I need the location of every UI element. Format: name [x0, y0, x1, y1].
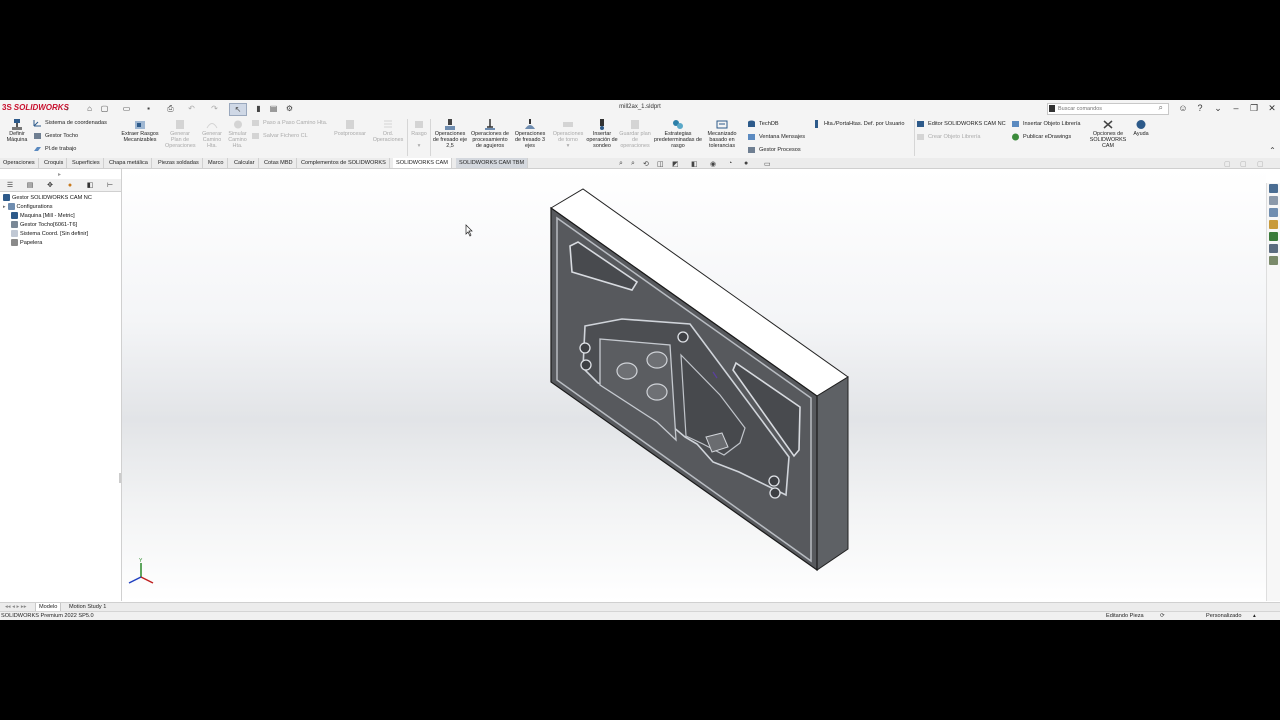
file-explorer-icon[interactable]: [1269, 208, 1278, 217]
hole-5: [769, 487, 781, 499]
rebuild-icon[interactable]: ⟳: [1160, 612, 1165, 620]
view-palette-icon[interactable]: [1269, 220, 1278, 229]
appearances-icon[interactable]: [1269, 232, 1278, 241]
svg-text:Y: Y: [139, 558, 143, 564]
cam-task-icon[interactable]: [1269, 256, 1278, 265]
hole-3: [677, 331, 689, 343]
units-dropdown-icon[interactable]: ▴: [1253, 612, 1256, 620]
version-text: SOLIDWORKS Premium 2022 SP5.0: [1, 613, 94, 619]
boss-1: [616, 362, 638, 380]
hole-4: [768, 475, 780, 487]
mouse-cursor-icon: [465, 224, 473, 237]
editing-status: Editando Pieza: [1106, 613, 1144, 619]
task-pane-strip: [1266, 183, 1280, 601]
boss-2: [646, 351, 668, 369]
boss-3: [646, 383, 668, 401]
resources-icon[interactable]: [1269, 184, 1278, 193]
custom-properties-icon[interactable]: [1269, 244, 1278, 253]
part-side-face: [816, 376, 849, 571]
view-triad-icon: Y: [128, 558, 154, 584]
part-model[interactable]: Y: [0, 100, 1280, 620]
hole-1: [579, 342, 591, 354]
hole-2: [580, 359, 592, 371]
solidworks-window: 3S SOLIDWORKS › ⌂ ▢ ▭ ▪ ⎙ ↶ ↷ ↖ ▮ ▤ ⚙ mil…: [0, 100, 1280, 620]
units-selector[interactable]: Personalizado: [1206, 612, 1241, 620]
design-library-icon[interactable]: [1269, 196, 1278, 205]
status-bar: SOLIDWORKS Premium 2022 SP5.0 Editando P…: [0, 611, 1280, 620]
